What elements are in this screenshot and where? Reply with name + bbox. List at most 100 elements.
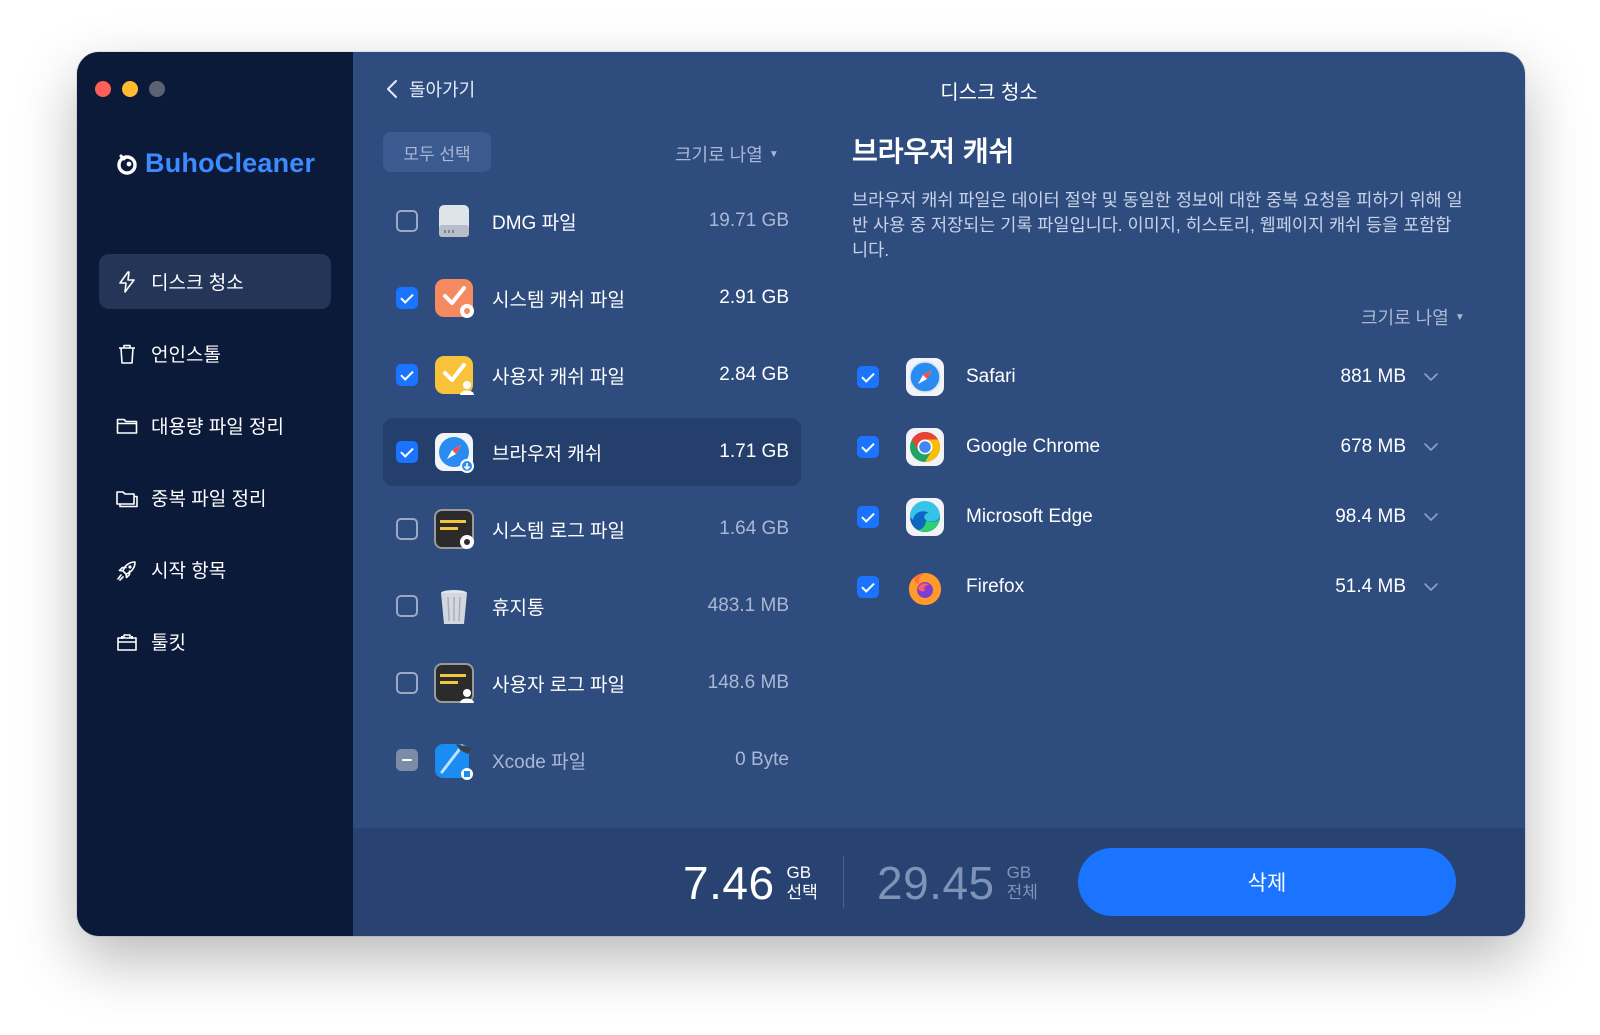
app-window: BuhoCleaner 디스크 청소 언인스톨 대용량 파일 정리 중복 파일 … (77, 52, 1525, 936)
list-item-name: 휴지통 (492, 597, 545, 619)
trash-icon (115, 342, 139, 366)
window-controls (95, 81, 165, 97)
sidebar-item-disk-clean[interactable]: 디스크 청소 (99, 254, 331, 309)
detail-description: 브라우저 캐쉬 파일은 데이터 절약 및 동일한 정보에 대한 중복 요청을 피… (852, 190, 1463, 260)
checkbox[interactable] (857, 366, 879, 388)
total-size-value: 29.45 (877, 857, 995, 909)
xcode-icon (432, 738, 476, 782)
select-all-button[interactable]: 모두 선택 (383, 132, 491, 172)
footer-bar: 7.46 GB 선택 29.45 GB 전체 삭제 (353, 828, 1525, 936)
list-item-size: 1.64 GB (719, 518, 789, 539)
user-cache-icon (432, 353, 476, 397)
browser-size: 678 MB (1340, 436, 1406, 457)
detail-pane: 브라우저 캐쉬 브라우저 캐쉬 파일은 데이터 절약 및 동일한 정보에 대한 … (852, 130, 1472, 605)
list-item[interactable]: 사용자 캐쉬 파일 2.84 GB (383, 341, 801, 409)
chevron-down-icon[interactable] (1422, 508, 1440, 526)
sidebar-item-label: 중복 파일 정리 (151, 489, 267, 510)
list-item[interactable]: 사용자 로그 파일 148.6 MB (383, 649, 801, 717)
close-window-button[interactable] (95, 81, 111, 97)
browser-list: Safari 881 MB Google Chrome 678 MB Micro… (852, 342, 1452, 622)
delete-button[interactable]: 삭제 (1078, 848, 1456, 916)
zoom-window-button[interactable] (149, 81, 165, 97)
disk-drive-icon (432, 199, 476, 243)
list-item[interactable]: 시스템 로그 파일 1.64 GB (383, 495, 801, 563)
total-size-stat: 29.45 GB 전체 (877, 856, 1038, 910)
browser-row-firefox[interactable]: Firefox 51.4 MB (852, 552, 1452, 622)
sort-label: 크기로 나열 (675, 145, 763, 165)
checkbox[interactable] (396, 749, 418, 771)
list-item[interactable]: 휴지통 483.1 MB (383, 572, 801, 640)
footer-divider (843, 856, 844, 908)
sidebar: BuhoCleaner 디스크 청소 언인스톨 대용량 파일 정리 중복 파일 … (77, 52, 353, 936)
sidebar-item-uninstall[interactable]: 언인스톨 (99, 326, 331, 381)
list-item-size: 2.91 GB (719, 287, 789, 308)
checkbox[interactable] (396, 595, 418, 617)
sidebar-item-toolkit[interactable]: 툴킷 (99, 614, 331, 669)
list-item-name: 사용자 캐쉬 파일 (492, 366, 625, 388)
list-item-name: Xcode 파일 (492, 751, 587, 773)
sidebar-item-label: 대용량 파일 정리 (151, 417, 284, 438)
list-item-size: 483.1 MB (707, 595, 789, 616)
sidebar-item-startup[interactable]: 시작 항목 (99, 542, 331, 597)
duplicate-folder-icon (115, 486, 139, 510)
checkbox[interactable] (857, 436, 879, 458)
browser-size: 881 MB (1340, 366, 1406, 387)
selected-size-stat: 7.46 GB 선택 (683, 856, 818, 910)
checkbox[interactable] (396, 672, 418, 694)
chevron-down-icon[interactable] (1422, 438, 1440, 456)
checkbox[interactable] (396, 364, 418, 386)
brand: BuhoCleaner (115, 148, 315, 179)
minimize-window-button[interactable] (122, 81, 138, 97)
sidebar-item-label: 디스크 청소 (151, 273, 244, 294)
checkbox[interactable] (396, 210, 418, 232)
system-cache-icon (432, 276, 476, 320)
list-item[interactable]: Xcode 파일 0 Byte (383, 726, 801, 794)
chevron-down-icon[interactable] (1422, 578, 1440, 596)
browser-row-safari[interactable]: Safari 881 MB (852, 342, 1452, 412)
trash-can-icon (432, 584, 476, 628)
sidebar-nav: 디스크 청소 언인스톨 대용량 파일 정리 중복 파일 정리 시작 항목 툴킷 (99, 254, 331, 686)
browser-name: Google Chrome (966, 436, 1101, 457)
list-item[interactable]: 시스템 캐쉬 파일 2.91 GB (383, 264, 801, 332)
user-log-icon (432, 661, 476, 705)
selected-size-label: 선택 (786, 883, 818, 902)
buhocleaner-logo-icon (115, 152, 139, 176)
checkbox[interactable] (857, 506, 879, 528)
browser-size: 98.4 MB (1335, 506, 1406, 527)
rocket-icon (115, 558, 139, 582)
sidebar-item-large-files[interactable]: 대용량 파일 정리 (99, 398, 331, 453)
chevron-down-icon[interactable] (1422, 368, 1440, 386)
toolbox-icon (115, 630, 139, 654)
browser-row-edge[interactable]: Microsoft Edge 98.4 MB (852, 482, 1452, 552)
selected-size-label-group: GB 선택 (787, 863, 818, 903)
sidebar-item-duplicates[interactable]: 중복 파일 정리 (99, 470, 331, 525)
system-log-icon (432, 507, 476, 551)
selected-size-unit: GB (786, 863, 812, 882)
browser-size: 51.4 MB (1335, 576, 1406, 597)
browser-name: Microsoft Edge (966, 506, 1093, 527)
checkbox[interactable] (396, 441, 418, 463)
sidebar-item-label: 툴킷 (151, 633, 186, 654)
firefox-icon (904, 566, 946, 608)
sort-by-size-dropdown[interactable]: 크기로 나열 ▼ (675, 141, 779, 167)
list-item-name: 시스템 캐쉬 파일 (492, 289, 625, 311)
browser-name: Firefox (966, 576, 1025, 597)
list-item-selected[interactable]: 브라우저 캐쉬 1.71 GB (383, 418, 801, 486)
list-item-name: 브라우저 캐쉬 (492, 443, 603, 465)
detail-sort-dropdown[interactable]: 크기로 나열 ▼ (1361, 304, 1465, 330)
sidebar-item-label: 언인스톨 (151, 345, 221, 366)
lightning-icon (115, 270, 139, 294)
safari-icon (904, 356, 946, 398)
sidebar-item-label: 시작 항목 (151, 561, 227, 582)
total-size-label: 전체 (1006, 883, 1038, 902)
checkbox[interactable] (396, 287, 418, 309)
browser-row-chrome[interactable]: Google Chrome 678 MB (852, 412, 1452, 482)
list-item-size: 19.71 GB (708, 210, 789, 231)
list-item[interactable]: DMG 파일 19.71 GB (383, 187, 801, 255)
list-item-name: 시스템 로그 파일 (492, 520, 625, 542)
browser-cache-icon (432, 430, 476, 474)
total-size-label-group: GB 전체 (1007, 863, 1038, 903)
checkbox[interactable] (857, 576, 879, 598)
folder-icon (115, 414, 139, 438)
checkbox[interactable] (396, 518, 418, 540)
